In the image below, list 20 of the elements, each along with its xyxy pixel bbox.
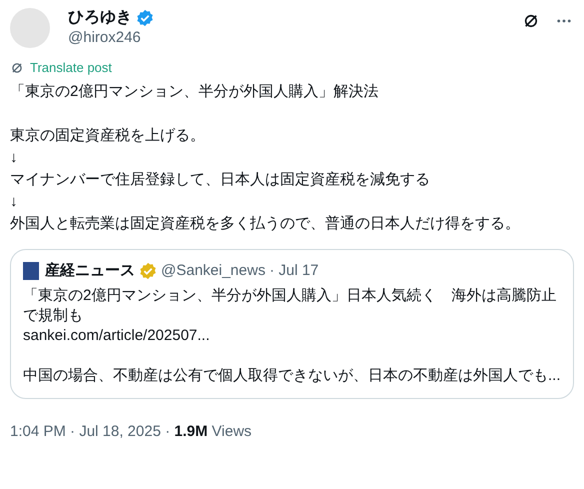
author-name[interactable]: ひろゆき bbox=[68, 8, 132, 28]
post-text-line: ↓ bbox=[10, 192, 18, 212]
grok-button[interactable] bbox=[522, 12, 540, 30]
quoted-excerpt: 中国の場合、不動産は公有で個人取得できないが、日本の不動産は外国人でも... bbox=[23, 366, 561, 386]
post-text-line: ↓ bbox=[10, 148, 18, 168]
post-timestamp: 1:04 PM · Jul 18, 2025 · 1.9M Views bbox=[10, 422, 253, 442]
quoted-handle: @Sankei_news bbox=[161, 260, 266, 280]
quoted-link: sankei.com/article/202507... bbox=[23, 326, 211, 346]
post-text-line: 「東京の2億円マンション、半分が外国人購入」解決法 bbox=[10, 82, 380, 102]
post-text-line: マイナンバーで住居登録して、日本人は固定資産税を減免する bbox=[10, 170, 431, 190]
post-text-line: 東京の固定資産税を上げる。 bbox=[10, 126, 206, 146]
translate-icon bbox=[10, 60, 24, 75]
logo-icon bbox=[23, 262, 39, 280]
translate-icon bbox=[522, 12, 540, 30]
post-text-line: 外国人と転売業は固定資産税を多く払うので、普通の日本人だけ得をする。 bbox=[10, 214, 521, 234]
author-handle[interactable]: @hirox246 bbox=[68, 28, 154, 48]
quoted-post-card[interactable]: 産経ニュース @Sankei_news · Jul 17 「東京の2億円マンション、半分が外国人購入」日本人気続く 海外は高騰防止で規制も sankei.com/article/202507... 中国の場合、不動産は公有で個人取得できないが、日本の不動産は外国人でも... bbox=[10, 248, 574, 399]
more-icon bbox=[557, 19, 571, 23]
quoted-date: · Jul 17 bbox=[269, 260, 319, 280]
quoted-author-name: 産経ニュース bbox=[45, 260, 135, 280]
